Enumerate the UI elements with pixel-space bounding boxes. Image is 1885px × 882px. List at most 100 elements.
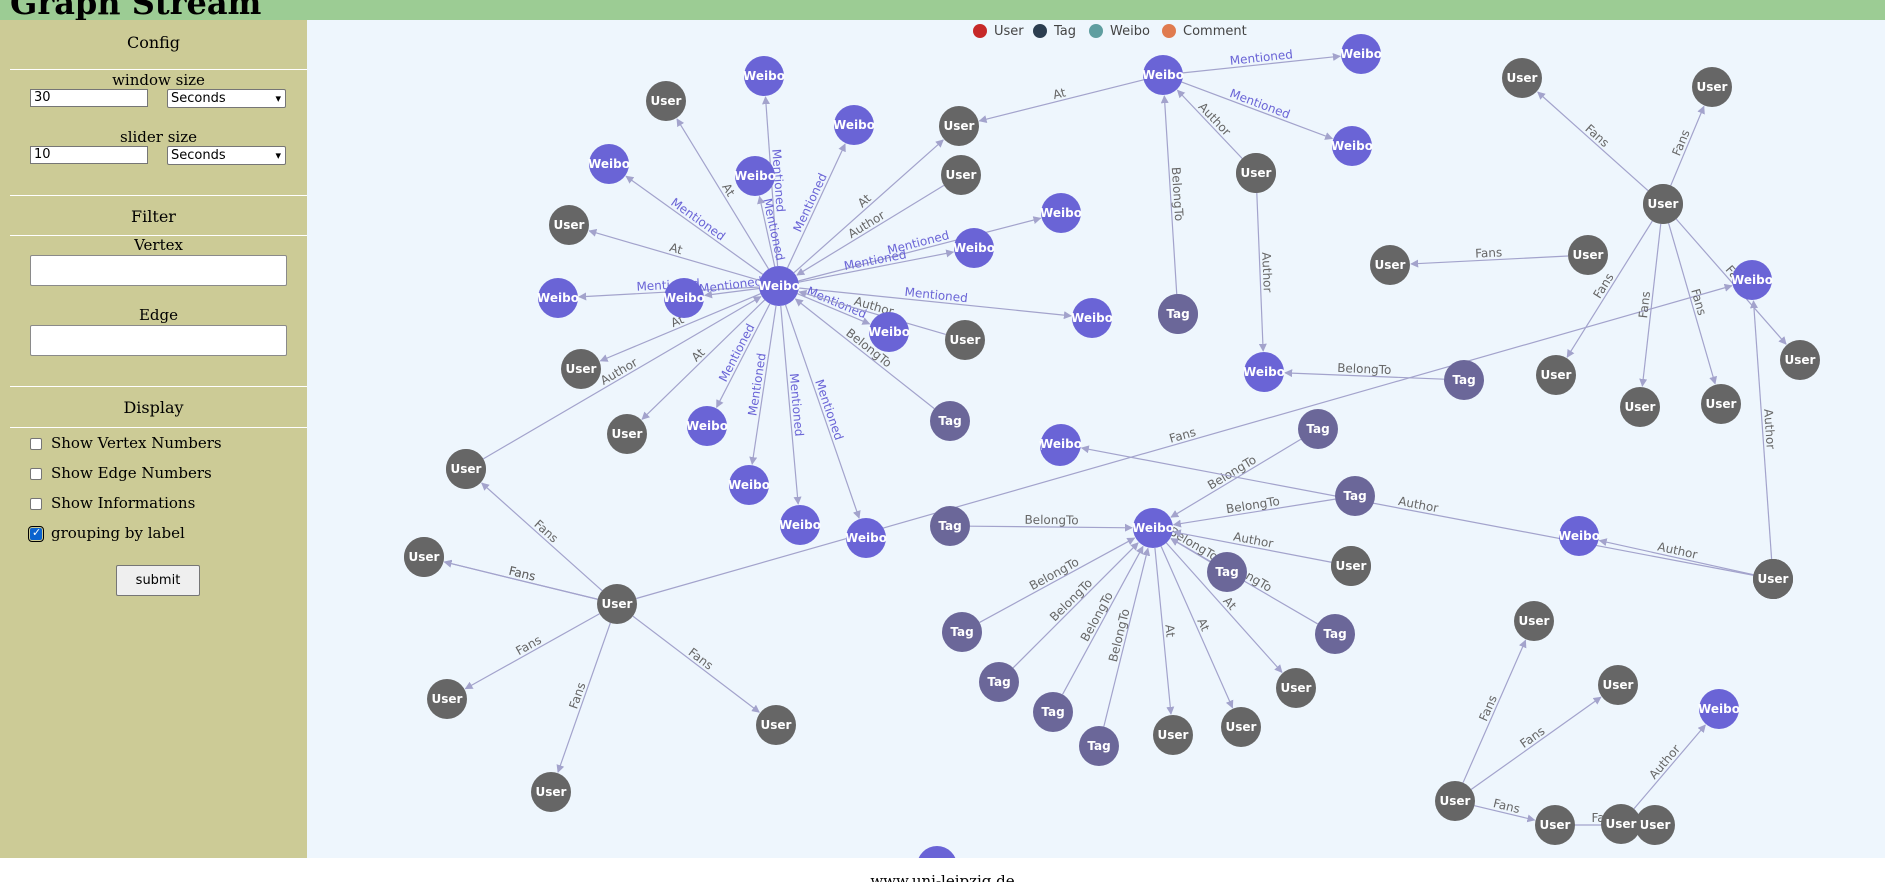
graph-node-label: User	[1603, 678, 1634, 692]
vertex-filter-input[interactable]	[30, 255, 287, 286]
slider-size-input[interactable]: 10	[30, 146, 148, 164]
graph-node-user[interactable]: User	[531, 772, 571, 812]
graph-node-weibo[interactable]: Weibo	[845, 518, 887, 558]
graph-node-weibo[interactable]: Weibo	[743, 56, 785, 96]
graph-node-label: Weibo	[1040, 437, 1082, 451]
graph-node-user[interactable]: User	[941, 155, 981, 195]
graph-node-user[interactable]: User	[1568, 235, 1608, 275]
graph-node-user[interactable]: User	[1692, 67, 1732, 107]
graph-node-tag[interactable]: Tag	[1079, 726, 1119, 766]
graph-node-label: User	[1375, 258, 1406, 272]
graph-node-weibo[interactable]: Weibo	[1132, 508, 1174, 548]
graph-node-tag[interactable]: Tag	[942, 612, 982, 652]
graph-node-user[interactable]: User	[1635, 805, 1675, 845]
graph-node-user[interactable]: User	[1620, 387, 1660, 427]
graph-node-weibo[interactable]: Weibo	[833, 105, 875, 145]
graph-edge-label: Mentioned	[790, 171, 829, 234]
graph-node-user[interactable]: User	[1236, 153, 1276, 193]
graph-node-weibo[interactable]: Weibo	[1340, 34, 1382, 74]
graph-node-user[interactable]: User	[1514, 601, 1554, 641]
graph-node-label: Weibo	[1698, 702, 1740, 716]
graph-node-tag[interactable]: Tag	[1158, 294, 1198, 334]
grouping-by-label-checkbox[interactable]	[28, 526, 44, 542]
graph-node-label: User	[554, 218, 585, 232]
graph-node-user[interactable]: User	[597, 584, 637, 624]
graph-node-user[interactable]: User	[1435, 781, 1475, 821]
graph-node-label: Weibo	[1331, 139, 1373, 153]
graph-node-user[interactable]: User	[446, 449, 486, 489]
graph-node-label: User	[1336, 559, 1367, 573]
graph-node-user[interactable]: User	[646, 81, 686, 121]
graph-node-user[interactable]: User	[1276, 668, 1316, 708]
graph-node-user[interactable]: User	[1598, 665, 1638, 705]
graph-svg[interactable]: At Mentioned AtMentionedMentionedMentioned…	[307, 20, 1885, 858]
graph-edge	[481, 482, 603, 592]
graph-node-label: Tag	[938, 414, 961, 428]
edge-filter-input[interactable]	[30, 325, 287, 356]
graph-node-user[interactable]: User	[549, 205, 589, 245]
graph-node-weibo[interactable]: Weibo	[1558, 516, 1600, 556]
graph-node-user[interactable]: User	[1370, 245, 1410, 285]
graph-node-tag[interactable]: Tag	[1335, 476, 1375, 516]
graph-node-tag[interactable]: Tag	[1315, 614, 1355, 654]
graph-node-weibo[interactable]: Weibo	[916, 846, 958, 858]
graph-node-weibo[interactable]: Weibo	[1331, 126, 1373, 166]
graph-node-user[interactable]: User	[1601, 804, 1641, 844]
graph-node-tag[interactable]: Tag	[930, 506, 970, 546]
graph-node-weibo[interactable]: Weibo	[1698, 689, 1740, 729]
graph-node-user[interactable]: User	[1153, 715, 1193, 755]
slider-unit-select[interactable]: Seconds ▾	[167, 146, 286, 165]
graph-node-weibo[interactable]: Weibo	[953, 228, 995, 268]
graph-node-circle[interactable]	[917, 846, 957, 858]
graph-node-tag[interactable]: Tag	[1298, 409, 1338, 449]
graph-node-weibo[interactable]: Weibo	[537, 278, 579, 318]
graph-node-tag[interactable]: Tag	[979, 662, 1019, 702]
graph-node-tag[interactable]: Tag	[1444, 360, 1484, 400]
graph-node-user[interactable]: User	[1701, 384, 1741, 424]
show-informations-checkbox[interactable]	[30, 498, 42, 510]
graph-node-user[interactable]: User	[1536, 355, 1576, 395]
show-vertex-numbers-checkbox[interactable]	[30, 438, 42, 450]
graph-node-user[interactable]: User	[1331, 546, 1371, 586]
graph-node-label: User	[409, 550, 440, 564]
graph-node-weibo[interactable]: Weibo	[1071, 298, 1113, 338]
graph-node-label: User	[761, 718, 792, 732]
show-informations-label: Show Informations	[51, 494, 196, 512]
footer-link[interactable]: www.uni-leipzig.de	[870, 872, 1014, 882]
graph-node-user[interactable]: User	[1502, 58, 1542, 98]
show-edge-numbers-label: Show Edge Numbers	[51, 464, 212, 482]
graph-node-weibo[interactable]: Weibo	[1040, 193, 1082, 233]
graph-node-user[interactable]: User	[756, 705, 796, 745]
graph-node-user[interactable]: User	[561, 349, 601, 389]
graph-node-tag[interactable]: Tag	[1033, 692, 1073, 732]
graph-node-user[interactable]: User	[1780, 340, 1820, 380]
graph-edge-label: At	[1194, 616, 1212, 634]
graph-node-user[interactable]: User	[427, 679, 467, 719]
graph-canvas[interactable]: At Mentioned At Mentioned Mentioned Mentioned…	[307, 20, 1885, 858]
graph-node-weibo[interactable]: Weibo	[728, 465, 770, 505]
graph-node-weibo[interactable]: Weibo	[588, 144, 630, 184]
graph-node-user[interactable]: User	[1535, 805, 1575, 845]
graph-node-label: Weibo	[537, 291, 579, 305]
graph-node-label: User	[1625, 400, 1656, 414]
graph-node-label: User	[1519, 614, 1550, 628]
graph-node-tag[interactable]: Tag	[930, 401, 970, 441]
window-size-input[interactable]: 30	[30, 89, 148, 107]
show-edge-numbers-checkbox[interactable]	[30, 468, 42, 480]
legend-swatch-weibo	[1089, 24, 1103, 38]
graph-node-weibo[interactable]: Weibo	[686, 406, 728, 446]
graph-node-weibo[interactable]: Weibo	[1142, 55, 1184, 95]
graph-node-label: User	[1541, 368, 1572, 382]
graph-node-user[interactable]: User	[404, 537, 444, 577]
graph-node-user[interactable]: User	[1643, 184, 1683, 224]
graph-node-weibo[interactable]: Weibo	[779, 505, 821, 545]
graph-node-user[interactable]: User	[945, 320, 985, 360]
graph-node-tag[interactable]: Tag	[1207, 552, 1247, 592]
graph-node-weibo[interactable]: Weibo	[1243, 352, 1285, 392]
graph-node-user[interactable]: User	[1753, 559, 1793, 599]
graph-node-user[interactable]: User	[1221, 707, 1261, 747]
window-unit-select[interactable]: Seconds ▾	[167, 89, 286, 108]
graph-node-user[interactable]: User	[607, 414, 647, 454]
submit-button[interactable]: submit	[116, 565, 200, 596]
graph-node-user[interactable]: User	[939, 106, 979, 146]
